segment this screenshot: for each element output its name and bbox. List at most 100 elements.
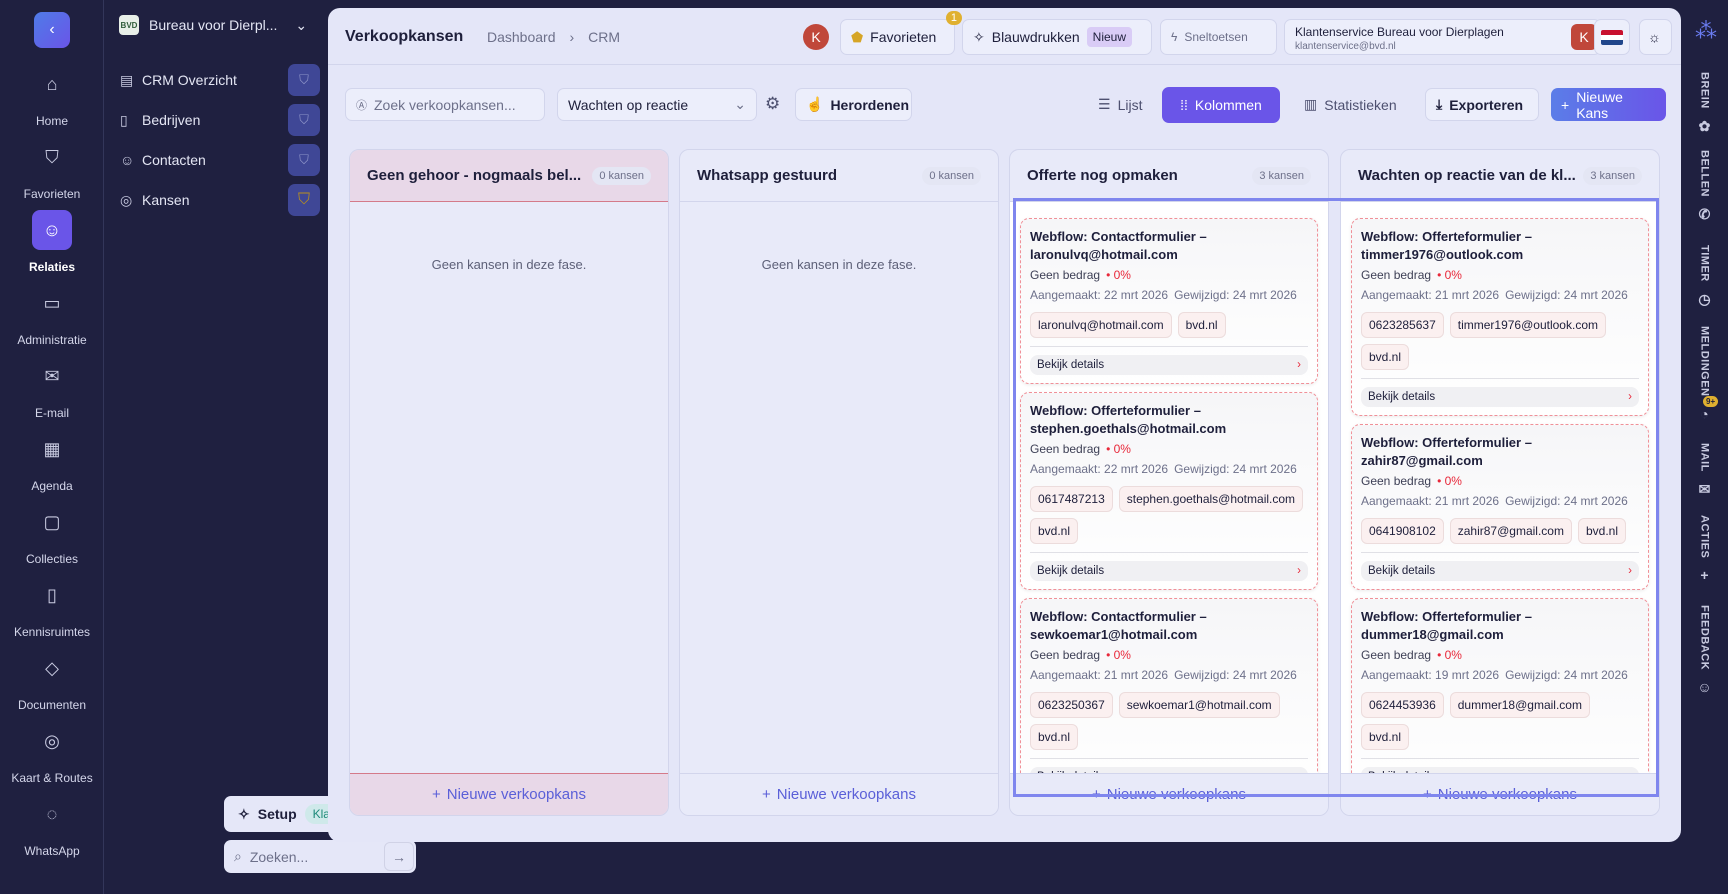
- card-tag[interactable]: stephen.goethals@hotmail.com: [1118, 486, 1304, 512]
- brain-icon: ✿: [1698, 117, 1711, 134]
- card-tag[interactable]: 0641908102: [1361, 518, 1444, 544]
- opportunity-card[interactable]: Webflow: Offerteformulier – timmer1976@o…: [1351, 218, 1649, 416]
- view-details-button[interactable]: Bekijk details ›: [1030, 355, 1308, 375]
- column-title: Whatsapp gestuurd: [697, 167, 838, 184]
- rail-item-favorieten[interactable]: ⛉ Favorieten: [0, 137, 104, 201]
- sidebar-search-input[interactable]: ⌕ Zoeken... →: [224, 840, 416, 873]
- sidebar-item-bedrijven[interactable]: ▯ Bedrijven ⛉: [120, 104, 320, 136]
- right-rail-label: MELDINGEN: [1698, 326, 1711, 397]
- breadcrumb-dashboard[interactable]: Dashboard: [487, 29, 556, 45]
- card-amount: Geen bedrag: [1361, 474, 1432, 488]
- view-details-button[interactable]: Bekijk details ›: [1361, 387, 1639, 407]
- opportunity-card[interactable]: Webflow: Offerteformulier – dummer18@gma…: [1351, 598, 1649, 773]
- view-list-button[interactable]: ☰ Lijst: [1088, 88, 1152, 121]
- breadcrumb-crm[interactable]: CRM: [588, 29, 620, 45]
- opportunity-card[interactable]: Webflow: Offerteformulier – zahir87@gmai…: [1351, 424, 1649, 590]
- card-tag[interactable]: bvd.nl: [1030, 518, 1079, 544]
- bell-icon: ◔: [1700, 405, 1709, 422]
- card-tag[interactable]: bvd.nl: [1030, 724, 1079, 750]
- rail-item-whatsapp[interactable]: ◌ WhatsApp: [0, 794, 104, 858]
- rail-item-kennisruimtes[interactable]: ▯ Kennisruimtes: [0, 575, 104, 639]
- search-input[interactable]: Ⓐ Zoek verkoopkansen...: [345, 88, 545, 121]
- collapse-button[interactable]: ‹: [34, 12, 70, 48]
- favorite-toggle-icon[interactable]: ⛉: [288, 64, 320, 96]
- card-tag[interactable]: bvd.nl: [1177, 312, 1226, 338]
- blueprints-button[interactable]: ✧ Blauwdrukken Nieuw: [962, 19, 1152, 55]
- sidebar-item-kansen[interactable]: ◎ Kansen ⛉: [120, 184, 320, 216]
- header: Verkoopkansen Dashboard › CRM K ⬟ Favoriete…: [328, 8, 1681, 65]
- opportunity-card[interactable]: Webflow: Offerteformulier – stephen.goet…: [1020, 392, 1318, 590]
- theme-toggle-button[interactable]: ☼: [1639, 19, 1672, 55]
- org-switcher[interactable]: BVD Bureau voor Dierpl... ⌄: [119, 15, 307, 35]
- card-tag[interactable]: bvd.nl: [1361, 724, 1410, 750]
- stage-filter-select[interactable]: Wachten op reactie ⌄: [557, 88, 757, 121]
- arrow-right-icon[interactable]: →: [384, 842, 414, 871]
- right-rail-meldingen[interactable]: MELDINGEN ◔ 9+: [1681, 326, 1728, 422]
- add-opportunity-button[interactable]: + Nieuwe verkoopkans: [680, 773, 998, 815]
- add-opportunity-button[interactable]: + Nieuwe verkoopkans: [350, 773, 668, 815]
- card-probability: • 0%: [1106, 268, 1131, 282]
- right-rail-bellen[interactable]: BELLEN ✆: [1681, 150, 1728, 223]
- sidebar-item-label: Contacten: [142, 152, 206, 168]
- new-opportunity-button[interactable]: + Nieuwe Kans: [1551, 88, 1666, 121]
- view-columns-button[interactable]: ⁞⁞ Kolommen: [1162, 87, 1280, 123]
- favorites-button[interactable]: ⬟ Favorieten 1: [840, 11, 962, 55]
- sidebar-item-contacten[interactable]: ☺ Contacten ⛉: [120, 144, 320, 176]
- right-rail-mail[interactable]: MAIL ✉: [1681, 443, 1728, 498]
- right-rail-feedback[interactable]: FEEDBACK ☺: [1681, 605, 1728, 695]
- right-rail-brein[interactable]: BREIN ✿: [1681, 72, 1728, 135]
- rail-item-kaart-routes[interactable]: ◎ Kaart & Routes: [0, 721, 104, 785]
- rail-item-documenten[interactable]: ◇ Documenten: [0, 648, 104, 712]
- favorite-toggle-icon[interactable]: ⛉: [288, 144, 320, 176]
- opportunity-card[interactable]: Webflow: Contactformulier – laronulvq@ho…: [1020, 218, 1318, 384]
- add-opportunity-button[interactable]: + Nieuwe verkoopkans: [1341, 773, 1659, 815]
- card-list: Webflow: Offerteformulier – timmer1976@o…: [1341, 202, 1659, 773]
- opportunity-card[interactable]: Webflow: Contactformulier – sewkoemar1@h…: [1020, 598, 1318, 773]
- add-opportunity-button[interactable]: + Nieuwe verkoopkans: [1010, 773, 1328, 815]
- language-button[interactable]: [1594, 19, 1630, 55]
- view-details-button[interactable]: Bekijk details ›: [1361, 561, 1639, 581]
- rail-item-e-mail[interactable]: ✉ E-mail: [0, 356, 104, 420]
- view-details-button[interactable]: Bekijk details ›: [1030, 561, 1308, 581]
- sidebar-item-crm-overzicht[interactable]: ▤ CRM Overzicht ⛉: [120, 64, 320, 96]
- card-tag[interactable]: 0617487213: [1030, 486, 1113, 512]
- card-tag[interactable]: timmer1976@outlook.com: [1449, 312, 1606, 338]
- card-tag[interactable]: bvd.nl: [1361, 344, 1410, 370]
- card-tag[interactable]: laronulvq@hotmail.com: [1030, 312, 1172, 338]
- card-tag[interactable]: 0624453936: [1361, 692, 1444, 718]
- shortcuts-button[interactable]: ϟ Sneltoetsen: [1160, 19, 1277, 55]
- hand-icon: ☝: [806, 96, 824, 112]
- card-tag[interactable]: 0623250367: [1030, 692, 1113, 718]
- details-label: Bekijk details: [1368, 391, 1436, 403]
- card-tag[interactable]: 0623285637: [1361, 312, 1444, 338]
- export-label: Exporteren: [1449, 96, 1524, 113]
- sidebar-item-label: Bedrijven: [142, 112, 201, 128]
- card-tag[interactable]: zahir87@gmail.com: [1449, 518, 1572, 544]
- rail-item-relaties[interactable]: ☺ Relaties: [0, 210, 104, 274]
- rail-item-collecties[interactable]: ▢ Collecties: [0, 502, 104, 566]
- right-rail-acties[interactable]: ACTIES +: [1681, 515, 1728, 583]
- favorite-toggle-icon[interactable]: ⛉: [288, 104, 320, 136]
- shield-icon: ⬟: [851, 28, 864, 45]
- avatar[interactable]: K: [803, 24, 829, 50]
- rail-item-administratie[interactable]: ▭ Administratie: [0, 283, 104, 347]
- view-stats-button[interactable]: ▥ Statistieken: [1294, 88, 1407, 121]
- gear-icon[interactable]: ⚙: [765, 94, 780, 114]
- right-rail-timer[interactable]: TIMER ◷: [1681, 245, 1728, 308]
- card-tag[interactable]: dummer18@gmail.com: [1449, 692, 1590, 718]
- rail-item-agenda[interactable]: ▦ Agenda: [0, 429, 104, 493]
- favorite-toggle-icon[interactable]: ⛉: [288, 184, 320, 216]
- mail-icon: ✉: [44, 366, 60, 386]
- rail-item-home[interactable]: ⌂ Home: [0, 64, 104, 128]
- card-amount: Geen bedrag: [1030, 268, 1101, 282]
- reorder-button[interactable]: ☝ Herordenen: [795, 88, 912, 121]
- account-menu[interactable]: Klantenservice Bureau voor Dierplagen kl…: [1284, 19, 1601, 55]
- card-tag[interactable]: bvd.nl: [1577, 518, 1626, 544]
- pipeline-column: Wachten op reactie van de kl... 3 kansen W…: [1340, 149, 1660, 816]
- view-label: Kolommen: [1194, 97, 1262, 113]
- right-rail: ⁂ BREIN ✿ BELLEN ✆ TIMER ◷ MELDINGEN ◔ 9+ MAIL ✉ AC…: [1681, 0, 1728, 894]
- export-button[interactable]: ⤓ Exporteren: [1425, 88, 1539, 121]
- timer-icon: ◷: [1698, 290, 1711, 307]
- view-label: Lijst: [1117, 96, 1143, 113]
- card-tag[interactable]: sewkoemar1@hotmail.com: [1118, 692, 1280, 718]
